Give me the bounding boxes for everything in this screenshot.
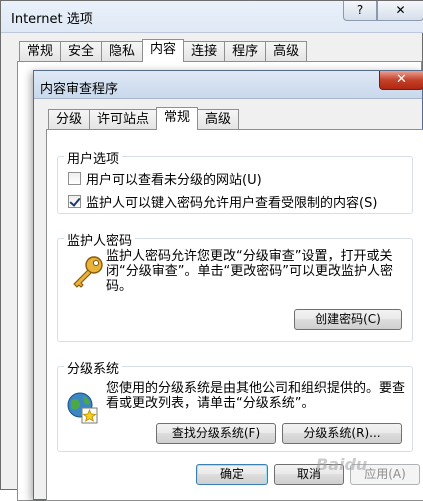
tab-approved-sites[interactable]: 许可站点	[89, 109, 158, 130]
allow-unrated-checkbox[interactable]: 用户可以查看未分级的网站(U)	[68, 169, 262, 188]
rating-systems-group: 分级系统 您使用的分级系统是由其他公司和组织提供的。要查看或更改列表，请单击“分…	[57, 358, 413, 452]
tab-programs[interactable]: 程序	[224, 41, 267, 62]
tab-privacy[interactable]: 隐私	[101, 41, 144, 62]
content-advisor-dialog: 内容审查程序 ✕ 分级 许可站点 常规 高级 用户选项 用户可以查看未分级的网站…	[33, 70, 423, 501]
dialog-title: 内容审查程序	[40, 82, 119, 97]
supervisor-override-label: 监护人可以键入密码允许用户查看受限制的内容(S)	[86, 196, 378, 211]
supervisor-override-checkbox[interactable]: 监护人可以键入密码允许用户查看受限制的内容(S)	[68, 192, 377, 211]
find-rating-systems-button[interactable]: 查找分级系统(F)	[156, 423, 276, 444]
internet-options-titlebar[interactable]: Internet 选项 ? ✕	[1, 1, 423, 33]
tab-advanced[interactable]: 高级	[265, 41, 308, 62]
user-options-label: 用户选项	[64, 148, 123, 167]
content-advisor-titlebar[interactable]: 内容审查程序 ✕	[34, 71, 423, 99]
supervisor-password-text: 监护人密码允许您更改“分级审查”设置，打开或关闭“分级审查”。单击“更改密码”可…	[106, 249, 393, 294]
close-button[interactable]: ✕	[377, 1, 423, 21]
window-title: Internet 选项	[11, 12, 93, 27]
watermark: Baidu	[316, 455, 368, 474]
user-options-group: 用户选项 用户可以查看未分级的网站(U) 监护人可以键入密码允许用户查看受限制的…	[57, 148, 413, 214]
supervisor-password-label: 监护人密码	[64, 230, 136, 249]
tab-general[interactable]: 常规	[19, 41, 62, 62]
dialog-tab-panel: 用户选项 用户可以查看未分级的网站(U) 监护人可以键入密码允许用户查看受限制的…	[46, 129, 423, 501]
tab-ratings[interactable]: 分级	[48, 109, 91, 130]
tab-content[interactable]: 内容	[142, 39, 185, 62]
dialog-tab-strip: 分级 许可站点 常规 高级	[48, 107, 240, 130]
help-button[interactable]: ?	[343, 1, 377, 21]
ok-button[interactable]: 确定	[196, 464, 268, 485]
key-icon	[73, 256, 103, 288]
allow-unrated-label: 用户可以查看未分级的网站(U)	[86, 173, 262, 188]
rating-systems-text: 您使用的分级系统是由其他公司和组织提供的。要查看或更改列表，请单击“分级系统”。	[106, 381, 406, 411]
supervisor-override-box[interactable]	[68, 195, 81, 208]
rating-systems-button[interactable]: 分级系统(R)...	[282, 423, 402, 444]
create-password-button[interactable]: 创建密码(C)	[294, 309, 402, 330]
globe-star-icon	[67, 392, 98, 424]
tab-dialog-advanced[interactable]: 高级	[197, 109, 240, 130]
rating-systems-label: 分级系统	[64, 358, 123, 377]
allow-unrated-box[interactable]	[68, 172, 81, 185]
supervisor-password-group: 监护人密码 监护人密码允许您更改“分级审查”设置，打开或关闭“分级审查”。单击“…	[57, 230, 413, 342]
outer-tab-strip: 常规 安全 隐私 内容 连接 程序 高级	[19, 39, 308, 62]
dialog-close-button[interactable]: ✕	[379, 71, 423, 90]
tab-connections[interactable]: 连接	[183, 41, 226, 62]
tab-dialog-general[interactable]: 常规	[156, 107, 199, 130]
tab-security[interactable]: 安全	[60, 41, 103, 62]
